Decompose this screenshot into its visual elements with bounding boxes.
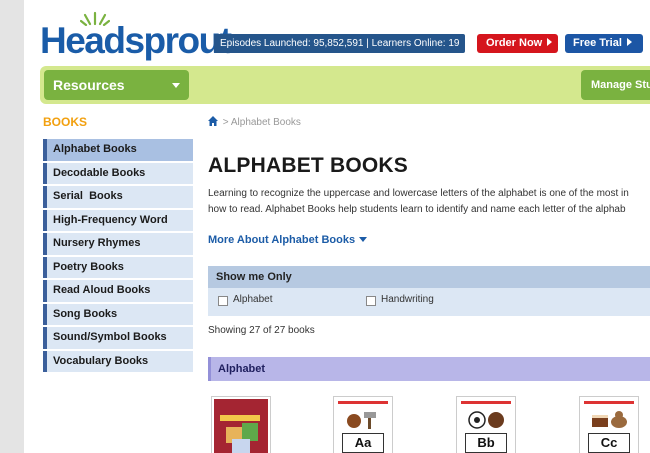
book-thumbnail[interactable]: Aa bbox=[333, 396, 393, 453]
book-thumbnail[interactable]: Cc bbox=[579, 396, 639, 453]
book-letter: Cc bbox=[588, 433, 630, 453]
resources-dropdown[interactable]: Resources bbox=[44, 70, 189, 100]
results-count: Showing 27 of 27 books bbox=[208, 325, 315, 336]
free-trial-label: Free Trial bbox=[573, 37, 622, 49]
order-now-label: Order Now bbox=[486, 37, 543, 49]
section-header-alphabet: Alphabet bbox=[208, 357, 650, 381]
chevron-down-icon bbox=[167, 76, 185, 94]
sidebar-nav: Alphabet Books Decodable Books Serial Bo… bbox=[43, 139, 193, 374]
more-about-link[interactable]: More About Alphabet Books bbox=[208, 234, 368, 246]
description-line: Learning to recognize the uppercase and … bbox=[208, 188, 629, 199]
book-letter: Aa bbox=[342, 433, 384, 453]
sidebar-item-decodable-books[interactable]: Decodable Books bbox=[43, 162, 193, 184]
manage-students-button[interactable]: Manage Stud bbox=[581, 70, 650, 100]
resources-label: Resources bbox=[53, 77, 125, 93]
page: Headsprout Episodes Launched: 95,852,591… bbox=[24, 0, 650, 453]
sidebar-item-high-frequency-word[interactable]: High-Frequency Word bbox=[43, 209, 193, 231]
book-cover-band bbox=[461, 401, 511, 404]
page-title: ALPHABET BOOKS bbox=[208, 154, 408, 177]
filter-panel: Alphabet Handwriting bbox=[208, 288, 650, 316]
play-arrow-icon bbox=[547, 38, 553, 46]
logo-wordmark: Headsprout bbox=[40, 20, 232, 61]
book-cover-band bbox=[338, 401, 388, 404]
breadcrumb: > Alphabet Books bbox=[208, 116, 301, 128]
description-line: how to read. Alphabet Books help student… bbox=[208, 204, 626, 215]
usage-stats: Episodes Launched: 95,852,591 | Learners… bbox=[214, 34, 466, 53]
sidebar-item-alphabet-books[interactable]: Alphabet Books bbox=[43, 139, 193, 161]
sidebar-item-poetry-books[interactable]: Poetry Books bbox=[43, 256, 193, 278]
caret-down-icon bbox=[359, 237, 368, 242]
alphabet-checkbox[interactable] bbox=[218, 296, 228, 306]
breadcrumb-separator: > bbox=[222, 117, 229, 128]
play-arrow-icon bbox=[626, 38, 632, 46]
handwriting-checkbox-label[interactable]: Handwriting bbox=[381, 294, 434, 305]
more-about-label: More About Alphabet Books bbox=[208, 234, 356, 246]
filter-heading: Show me Only bbox=[208, 266, 650, 288]
acorn-axe-icon bbox=[347, 412, 376, 429]
order-now-button[interactable]: Order Now bbox=[477, 34, 558, 53]
sidebar-item-vocabulary-books[interactable]: Vocabulary Books bbox=[43, 350, 193, 372]
book-thumbnail[interactable]: Bb bbox=[456, 396, 516, 453]
sidebar-item-nursery-rhymes[interactable]: Nursery Rhymes bbox=[43, 233, 193, 255]
home-icon[interactable] bbox=[208, 116, 218, 126]
sidebar-item-song-books[interactable]: Song Books bbox=[43, 303, 193, 325]
alphabet-checkbox-label[interactable]: Alphabet bbox=[233, 294, 272, 305]
sidebar-item-sound-symbol-books[interactable]: Sound/Symbol Books bbox=[43, 327, 193, 349]
book-thumbnail[interactable] bbox=[211, 396, 271, 453]
book-cover-image bbox=[214, 399, 268, 453]
handwriting-checkbox[interactable] bbox=[366, 296, 376, 306]
ball-bear-icon bbox=[468, 411, 504, 429]
main-nav: Resources Manage Stud bbox=[40, 66, 650, 104]
book-letter: Bb bbox=[465, 433, 507, 453]
sidebar-item-serial-books[interactable]: Serial Books bbox=[43, 186, 193, 208]
page-description: Learning to recognize the uppercase and … bbox=[208, 186, 650, 218]
book-cover-band bbox=[584, 401, 634, 404]
sidebar-item-read-aloud-books[interactable]: Read Aloud Books bbox=[43, 280, 193, 302]
sidebar-heading: BOOKS bbox=[43, 115, 88, 129]
alphabet-blocks-icon bbox=[214, 399, 266, 453]
cake-cat-icon bbox=[592, 411, 627, 428]
free-trial-button[interactable]: Free Trial bbox=[565, 34, 643, 53]
breadcrumb-current: Alphabet Books bbox=[230, 117, 301, 128]
